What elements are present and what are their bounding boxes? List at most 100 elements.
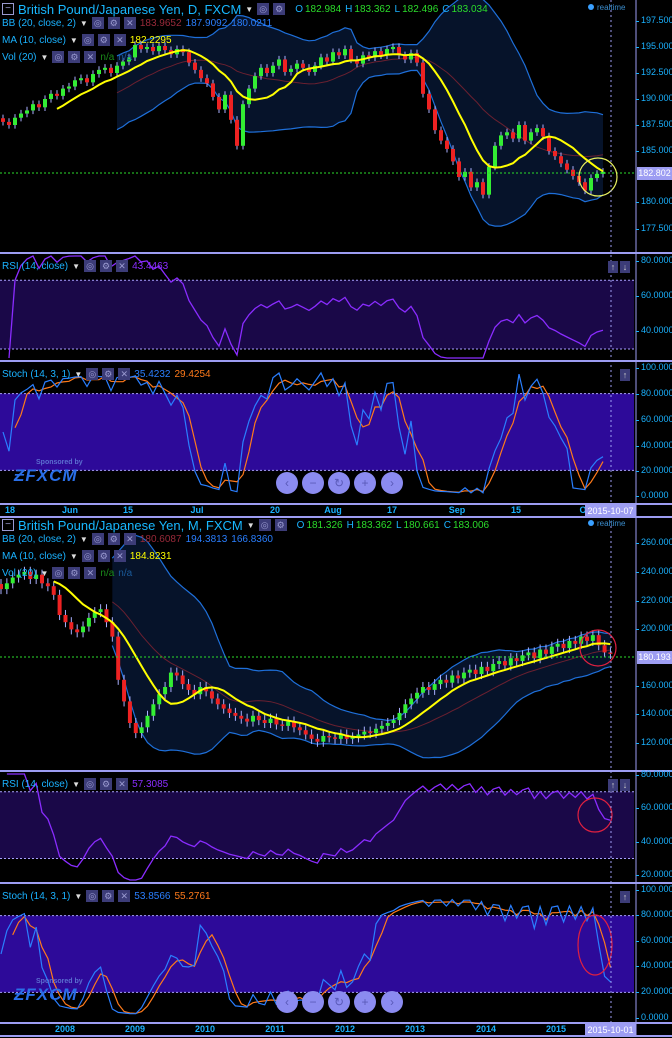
candle-body [19, 113, 23, 118]
close-icon[interactable]: ✕ [118, 368, 131, 380]
move-down-button[interactable]: ↓ [620, 261, 630, 273]
candle-body [553, 151, 557, 157]
close-icon[interactable]: ✕ [113, 550, 126, 562]
vol-label[interactable]: Vol (20) [2, 52, 36, 63]
dropdown-caret-icon[interactable]: ▼ [72, 262, 80, 271]
fxcm-logo[interactable]: ƵFXCM [14, 466, 83, 486]
ma-label[interactable]: MA (10, close) [2, 35, 66, 46]
close-icon[interactable]: ✕ [123, 17, 136, 29]
vol-label[interactable]: Vol (20) [2, 568, 36, 579]
close-icon[interactable]: ✕ [118, 890, 131, 902]
close-icon[interactable]: ✕ [113, 34, 126, 46]
dropdown-caret-icon[interactable]: ▼ [247, 521, 255, 530]
visibility-icon[interactable]: ◎ [81, 550, 94, 562]
move-up-button[interactable]: ↑ [608, 261, 618, 273]
reset-button[interactable]: ↻ [328, 472, 350, 494]
gear-icon[interactable]: ⚙ [274, 519, 287, 531]
candle-body [75, 629, 80, 633]
dropdown-caret-icon[interactable]: ▼ [74, 370, 82, 379]
candle-body [508, 658, 513, 666]
candle-body [514, 658, 519, 662]
move-up-button[interactable]: ↑ [608, 779, 618, 791]
x-tick-label: 2015 [545, 1024, 567, 1034]
dropdown-caret-icon[interactable]: ▼ [40, 53, 48, 62]
scroll-left-button[interactable]: ‹ [276, 472, 298, 494]
close-icon[interactable]: ✕ [84, 567, 97, 579]
rsi-label[interactable]: RSI (14, close) [2, 779, 68, 790]
gear-icon[interactable]: ⚙ [107, 17, 120, 29]
gear-icon[interactable]: ⚙ [68, 51, 81, 63]
zoom-out-button[interactable]: − [302, 472, 324, 494]
dropdown-caret-icon[interactable]: ▼ [70, 552, 78, 561]
visibility-icon[interactable]: ◎ [91, 533, 104, 545]
visibility-icon[interactable]: ◎ [86, 890, 99, 902]
visibility-icon[interactable]: ◎ [84, 778, 97, 790]
gear-icon[interactable]: ⚙ [97, 34, 110, 46]
close-icon[interactable]: ✕ [116, 778, 129, 790]
candle-body [529, 132, 533, 141]
candle-body [481, 182, 485, 195]
scroll-right-button[interactable]: › [381, 991, 403, 1013]
candle-body [127, 701, 132, 723]
stoch-band [0, 393, 634, 471]
candle-body [374, 728, 379, 734]
bb-legend: BB (20, close, 2) ▼ ◎ ⚙ ✕ 180.6087 194.3813 166… [2, 532, 273, 546]
gear-icon[interactable]: ⚙ [102, 368, 115, 380]
candle-body [608, 652, 613, 654]
dropdown-caret-icon[interactable]: ▼ [80, 19, 88, 28]
visibility-icon[interactable]: ◎ [52, 567, 65, 579]
dropdown-caret-icon[interactable]: ▼ [245, 5, 253, 14]
stoch-label[interactable]: Stoch (14, 3, 1) [2, 891, 70, 902]
close-icon[interactable]: ✕ [84, 51, 97, 63]
sponsor-badge[interactable]: Sponsored by ƵFXCM [14, 459, 83, 486]
bb-label[interactable]: BB (20, close, 2) [2, 18, 76, 29]
close-icon[interactable]: ✕ [123, 533, 136, 545]
zoom-in-button[interactable]: + [354, 472, 376, 494]
close-icon[interactable]: ✕ [116, 260, 129, 272]
fxcm-logo[interactable]: ƵFXCM [14, 985, 83, 1005]
sponsor-badge[interactable]: Sponsored by ƵFXCM [14, 978, 83, 1005]
zoom-in-button[interactable]: + [354, 991, 376, 1013]
dropdown-caret-icon[interactable]: ▼ [72, 780, 80, 789]
visibility-icon[interactable]: ◎ [258, 519, 271, 531]
move-down-button[interactable]: ↓ [620, 779, 630, 791]
candle-body [139, 727, 144, 734]
ma-label[interactable]: MA (10, close) [2, 551, 66, 562]
gear-icon[interactable]: ⚙ [107, 533, 120, 545]
bb-label[interactable]: BB (20, close, 2) [2, 534, 76, 545]
zoom-out-button[interactable]: − [302, 991, 324, 1013]
candle-body [295, 63, 299, 69]
stoch-label[interactable]: Stoch (14, 3, 1) [2, 369, 70, 380]
collapse-icon[interactable]: − [2, 3, 14, 15]
price-tick-label: 220.000 [636, 595, 672, 605]
candle-body [321, 735, 326, 742]
dropdown-caret-icon[interactable]: ▼ [80, 535, 88, 544]
visibility-icon[interactable]: ◎ [257, 3, 270, 15]
candle-body [391, 720, 396, 723]
collapse-icon[interactable]: − [2, 519, 14, 531]
scroll-right-button[interactable]: › [381, 472, 403, 494]
visibility-icon[interactable]: ◎ [84, 260, 97, 272]
gear-icon[interactable]: ⚙ [68, 567, 81, 579]
visibility-icon[interactable]: ◎ [91, 17, 104, 29]
reset-button[interactable]: ↻ [328, 991, 350, 1013]
x-tick-label: Sep [448, 505, 466, 515]
dropdown-caret-icon[interactable]: ▼ [40, 569, 48, 578]
gear-icon[interactable]: ⚙ [102, 890, 115, 902]
dropdown-caret-icon[interactable]: ▼ [70, 36, 78, 45]
visibility-icon[interactable]: ◎ [52, 51, 65, 63]
gear-icon[interactable]: ⚙ [97, 550, 110, 562]
visibility-icon[interactable]: ◎ [86, 368, 99, 380]
candle-body [109, 67, 113, 73]
move-up-button[interactable]: ↑ [620, 891, 630, 903]
move-up-button[interactable]: ↑ [620, 369, 630, 381]
scroll-left-button[interactable]: ‹ [276, 991, 298, 1013]
rsi-label[interactable]: RSI (14, close) [2, 261, 68, 272]
candle-body [151, 704, 156, 716]
candle-body [325, 57, 329, 62]
dropdown-caret-icon[interactable]: ▼ [74, 892, 82, 901]
gear-icon[interactable]: ⚙ [100, 778, 113, 790]
visibility-icon[interactable]: ◎ [81, 34, 94, 46]
gear-icon[interactable]: ⚙ [100, 260, 113, 272]
gear-icon[interactable]: ⚙ [273, 3, 286, 15]
